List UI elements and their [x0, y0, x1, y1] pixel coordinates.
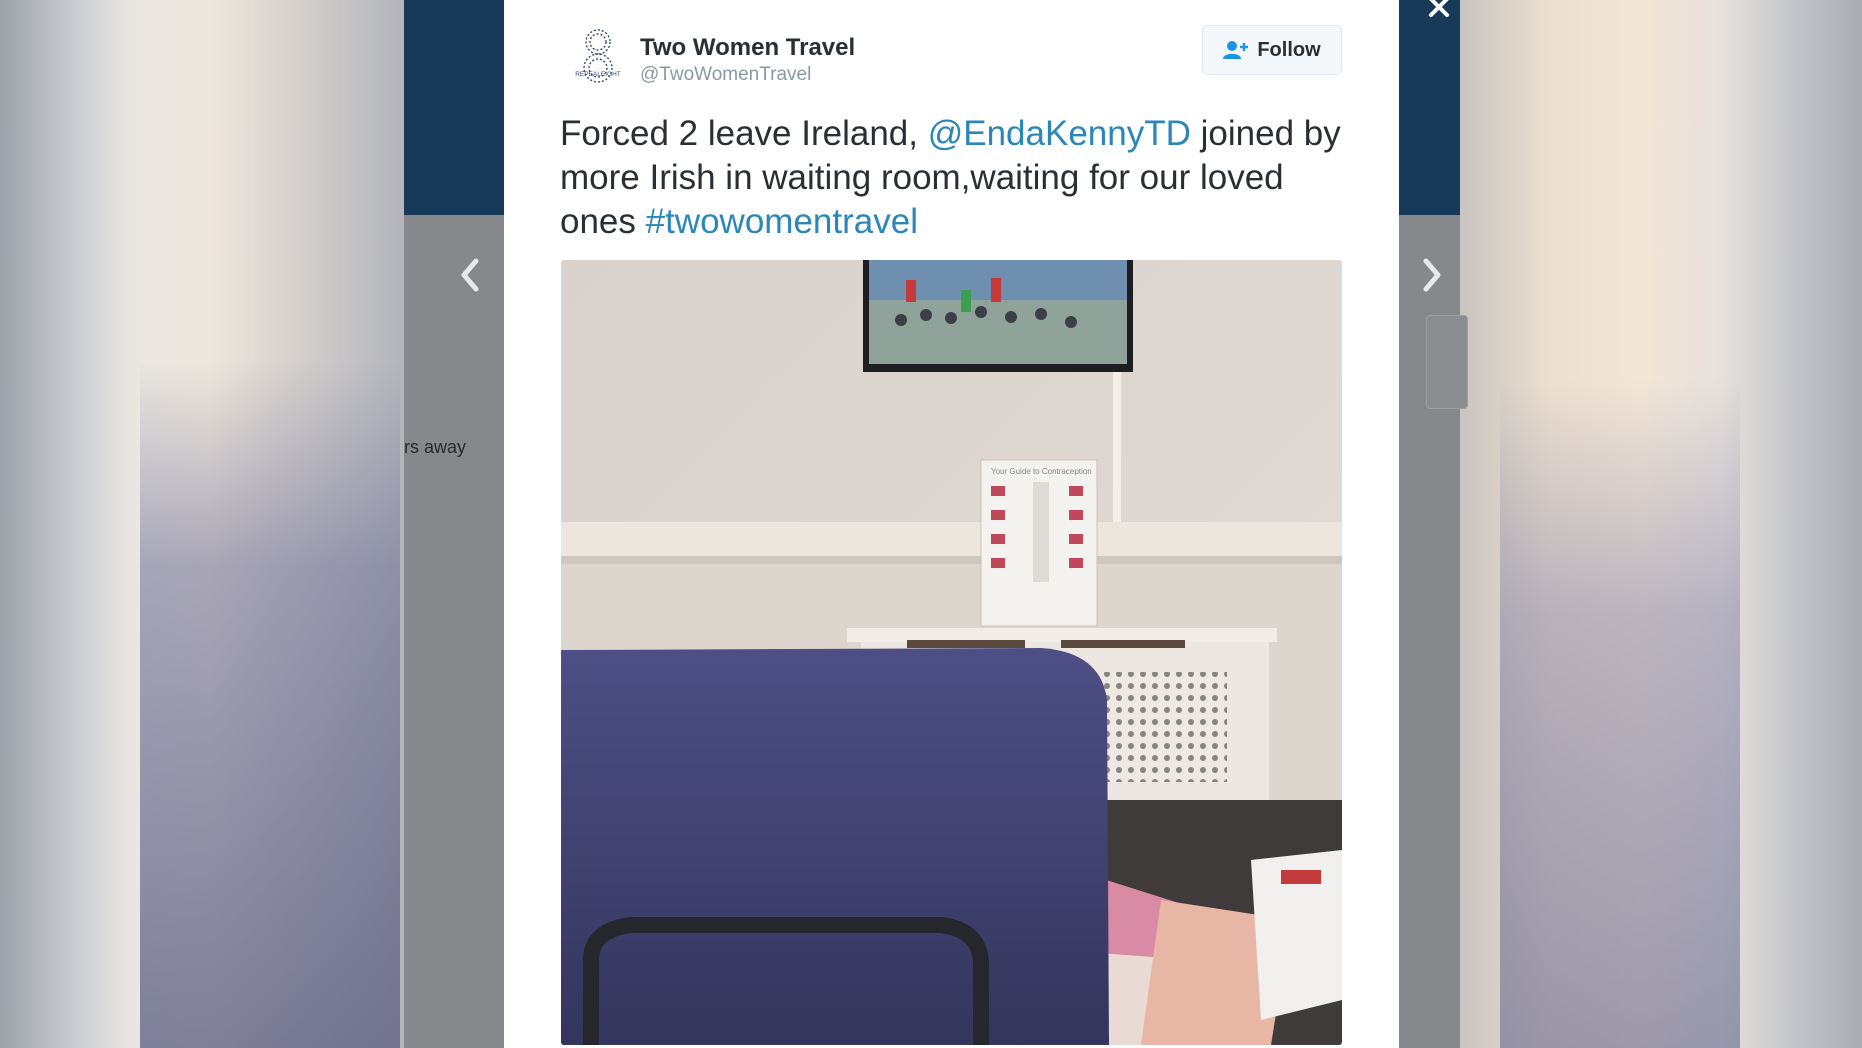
- add-user-icon: [1223, 41, 1249, 59]
- mention-link[interactable]: @EndaKennyTD: [928, 114, 1191, 153]
- blurred-background-left: [0, 0, 404, 1048]
- previous-button[interactable]: [450, 255, 490, 295]
- waiting-room-photo: Your Guide to Contraception: [561, 260, 1342, 1045]
- svg-text:REPEALEIGHT: REPEALEIGHT: [575, 71, 621, 78]
- page-side-card: [1426, 315, 1468, 409]
- close-button[interactable]: [1424, 0, 1454, 22]
- page-partial-text: rs away: [404, 437, 467, 457]
- display-name[interactable]: Two Women Travel: [640, 34, 855, 62]
- close-icon: [1429, 0, 1449, 17]
- hashtag-link[interactable]: #twowomentravel: [646, 202, 918, 241]
- tweet-text: Forced 2 leave Ireland, @EndaKennyTD joi…: [560, 112, 1350, 244]
- chevron-left-icon: [461, 258, 479, 292]
- repeal-logo-icon: REPEALEIGHT: [575, 29, 621, 83]
- chevron-right-icon: [1423, 258, 1441, 292]
- next-button[interactable]: [1412, 255, 1452, 295]
- user-handle[interactable]: @TwoWomenTravel: [640, 64, 811, 86]
- follow-button[interactable]: Follow: [1202, 25, 1342, 75]
- follow-label: Follow: [1257, 38, 1321, 61]
- tweet-photo[interactable]: Your Guide to Contraception: [561, 260, 1342, 1045]
- blurred-background-right: [1460, 0, 1862, 1048]
- tweet-modal: REPEALEIGHT Two Women Travel @TwoWomenTr…: [504, 0, 1399, 1048]
- svg-text:Your Guide to Contraception: Your Guide to Contraception: [991, 467, 1092, 476]
- tweet-text-part: Forced 2 leave Ireland,: [560, 114, 928, 153]
- avatar[interactable]: REPEALEIGHT: [566, 24, 630, 92]
